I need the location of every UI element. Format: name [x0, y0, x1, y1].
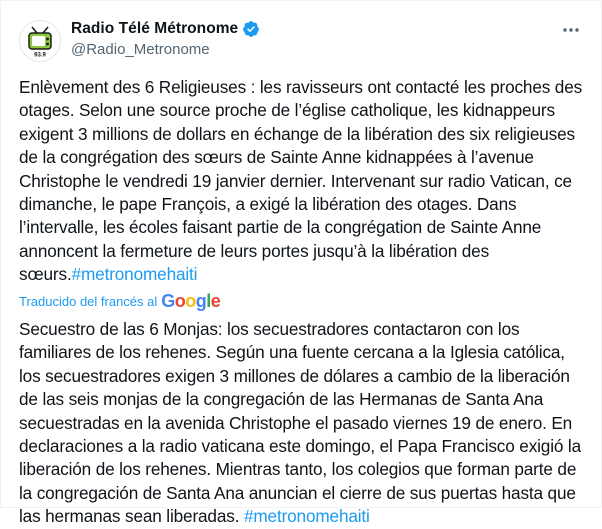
tweet-card: 93.9 Radio Télé Métronome @Radio_Metrono… [0, 0, 602, 526]
avatar-text: 93.9 [34, 53, 46, 59]
more-options-icon[interactable] [561, 20, 581, 40]
translated-label: Traducido del francés al [19, 294, 158, 309]
display-name[interactable]: Radio Télé Métronome [71, 20, 238, 38]
author-name-row[interactable]: Radio Télé Métronome [71, 18, 260, 40]
verified-badge-icon [243, 21, 260, 37]
original-hashtag-link[interactable]: #metronomehaiti [72, 264, 198, 284]
translated-text: Secuestro de las 6 Monjas: los secuestra… [19, 319, 586, 527]
radio-tv-logo-icon: 93.9 [20, 21, 60, 61]
translated-hashtag-link[interactable]: #metronomehaiti [244, 506, 370, 526]
translation-attribution[interactable]: Traducido del francés al Google [19, 291, 221, 312]
original-text: Enlèvement des 6 Religieuses : les ravis… [19, 77, 587, 285]
tweet-original-text: Enlèvement des 6 Religieuses : les ravis… [19, 76, 591, 287]
avatar[interactable]: 93.9 [19, 20, 61, 62]
author-handle[interactable]: @Radio_Metronome [71, 41, 210, 58]
tweet-translated-text: Secuestro de las 6 Monjas: los secuestra… [19, 318, 591, 529]
google-logo: Google [161, 291, 221, 311]
